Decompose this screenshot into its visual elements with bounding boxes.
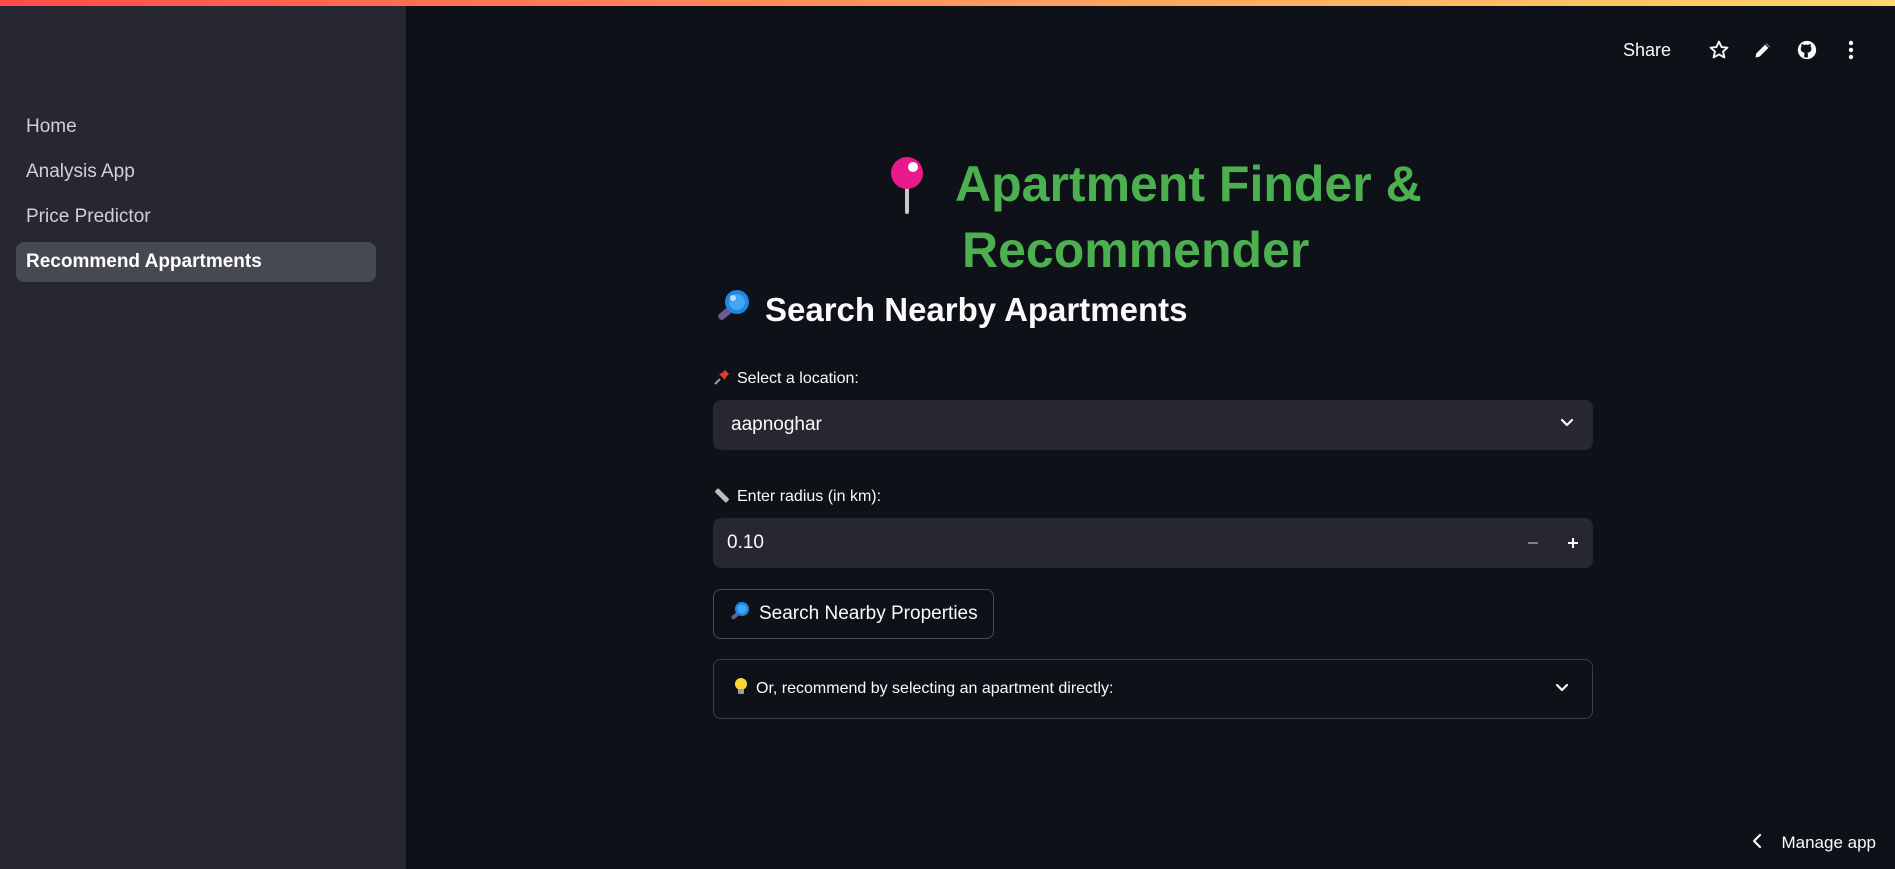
share-button[interactable]: Share (1623, 40, 1671, 61)
location-label-text: Select a location: (737, 370, 859, 387)
page-title: Apartment Finder & Recommender (713, 150, 1593, 280)
top-decoration-bar (0, 0, 1895, 6)
main-content: Apartment Finder & Recommender Search Ne… (713, 150, 1593, 719)
pushpin-emoji-icon (713, 368, 731, 391)
sidebar-item-recommend-appartments[interactable]: Recommend Appartments (16, 242, 376, 282)
kebab-menu-icon[interactable] (1829, 36, 1873, 64)
search-button-label: Search Nearby Properties (759, 603, 978, 624)
expander-header: Or, recommend by selecting an apartment … (734, 677, 1114, 702)
magnifier-emoji-icon (729, 601, 751, 627)
title-line-1: Apartment Finder & (955, 156, 1422, 212)
manage-app-button[interactable]: Manage app (1751, 829, 1876, 857)
pencil-icon[interactable] (1741, 36, 1785, 64)
manage-app-label: Manage app (1781, 833, 1876, 852)
lightbulb-emoji-icon (734, 677, 748, 702)
sidebar-nav: Home Analysis App Price Predictor Recomm… (16, 107, 376, 287)
sidebar-item-home[interactable]: Home (16, 107, 376, 147)
location-select-value: aapnoghar (731, 414, 822, 435)
title-line-2: Recommender (962, 222, 1310, 278)
sidebar-item-price-predictor[interactable]: Price Predictor (16, 197, 376, 237)
star-icon[interactable] (1697, 36, 1741, 64)
location-select[interactable]: aapnoghar (713, 400, 1593, 450)
ruler-emoji-icon (713, 486, 731, 509)
chevron-left-icon (1751, 833, 1763, 854)
magnifier-emoji-icon (713, 288, 753, 332)
radius-input[interactable] (727, 532, 1513, 554)
radius-label-text: Enter radius (in km): (737, 488, 882, 505)
expander-label: Or, recommend by selecting an apartment … (756, 680, 1114, 697)
increment-button[interactable] (1553, 518, 1593, 568)
radius-label: Enter radius (in km): (713, 486, 1593, 508)
chevron-down-icon (1559, 414, 1575, 436)
github-icon[interactable] (1785, 36, 1829, 64)
chevron-down-icon (1554, 679, 1570, 700)
radius-number-input (713, 518, 1593, 568)
location-label: Select a location: (713, 368, 1593, 390)
round-pushpin-emoji-icon (885, 156, 929, 226)
search-nearby-button[interactable]: Search Nearby Properties (713, 589, 994, 639)
recommend-expander[interactable]: Or, recommend by selecting an apartment … (713, 659, 1593, 719)
decrement-button[interactable] (1513, 518, 1553, 568)
sidebar: Home Analysis App Price Predictor Recomm… (0, 6, 406, 869)
header-actions: Share (1623, 36, 1873, 64)
subheader-text: Search Nearby Apartments (765, 291, 1188, 328)
sidebar-item-analysis-app[interactable]: Analysis App (16, 152, 376, 192)
search-subheader: Search Nearby Apartments (713, 288, 1593, 332)
